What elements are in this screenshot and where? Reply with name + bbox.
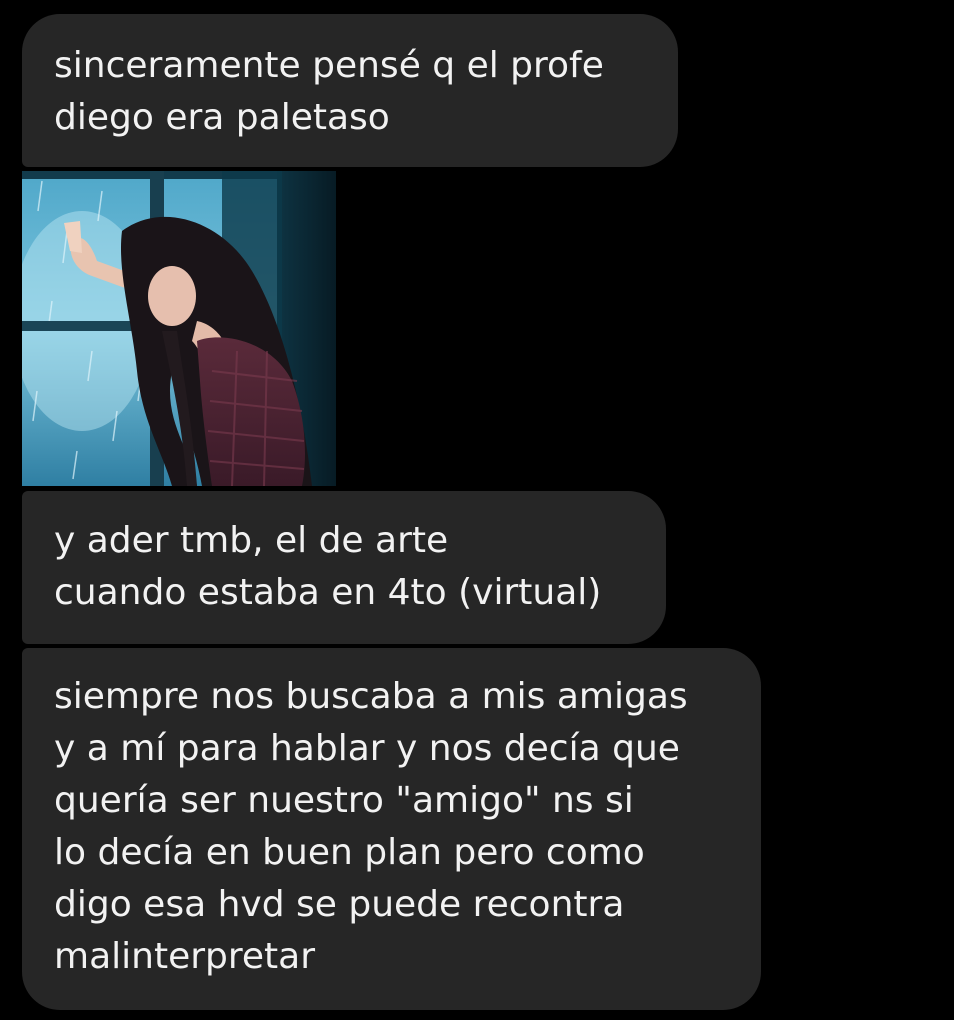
message-text-line: diego era paletaso [54, 97, 390, 138]
message-bubble[interactable]: siempre nos buscaba a mis amigas y a mí … [22, 648, 761, 1010]
message-bubble[interactable]: sinceramente pensé q el profe diego era … [22, 14, 678, 167]
message-text-line: malinterpretar [54, 936, 315, 977]
message-text-line: lo decía en buen plan pero como [54, 832, 645, 873]
message-text-line: cuando estaba en 4to (virtual) [54, 572, 602, 613]
chat-thread: sinceramente pensé q el profe diego era … [0, 0, 954, 1020]
message-text-line: digo esa hvd se puede recontra [54, 884, 625, 925]
message-text-line: siempre nos buscaba a mis amigas [54, 676, 688, 717]
message-text-line: y a mí para hablar y nos decía que [54, 728, 680, 769]
image-message[interactable] [22, 171, 336, 486]
message-text-line: sinceramente pensé q el profe [54, 45, 604, 86]
sad-girl-by-rainy-window-image [22, 171, 336, 486]
message-text-line: quería ser nuestro "amigo" ns si [54, 780, 634, 821]
message-text-line: y ader tmb, el de arte [54, 520, 449, 561]
message-bubble[interactable]: y ader tmb, el de arte cuando estaba en … [22, 491, 666, 644]
